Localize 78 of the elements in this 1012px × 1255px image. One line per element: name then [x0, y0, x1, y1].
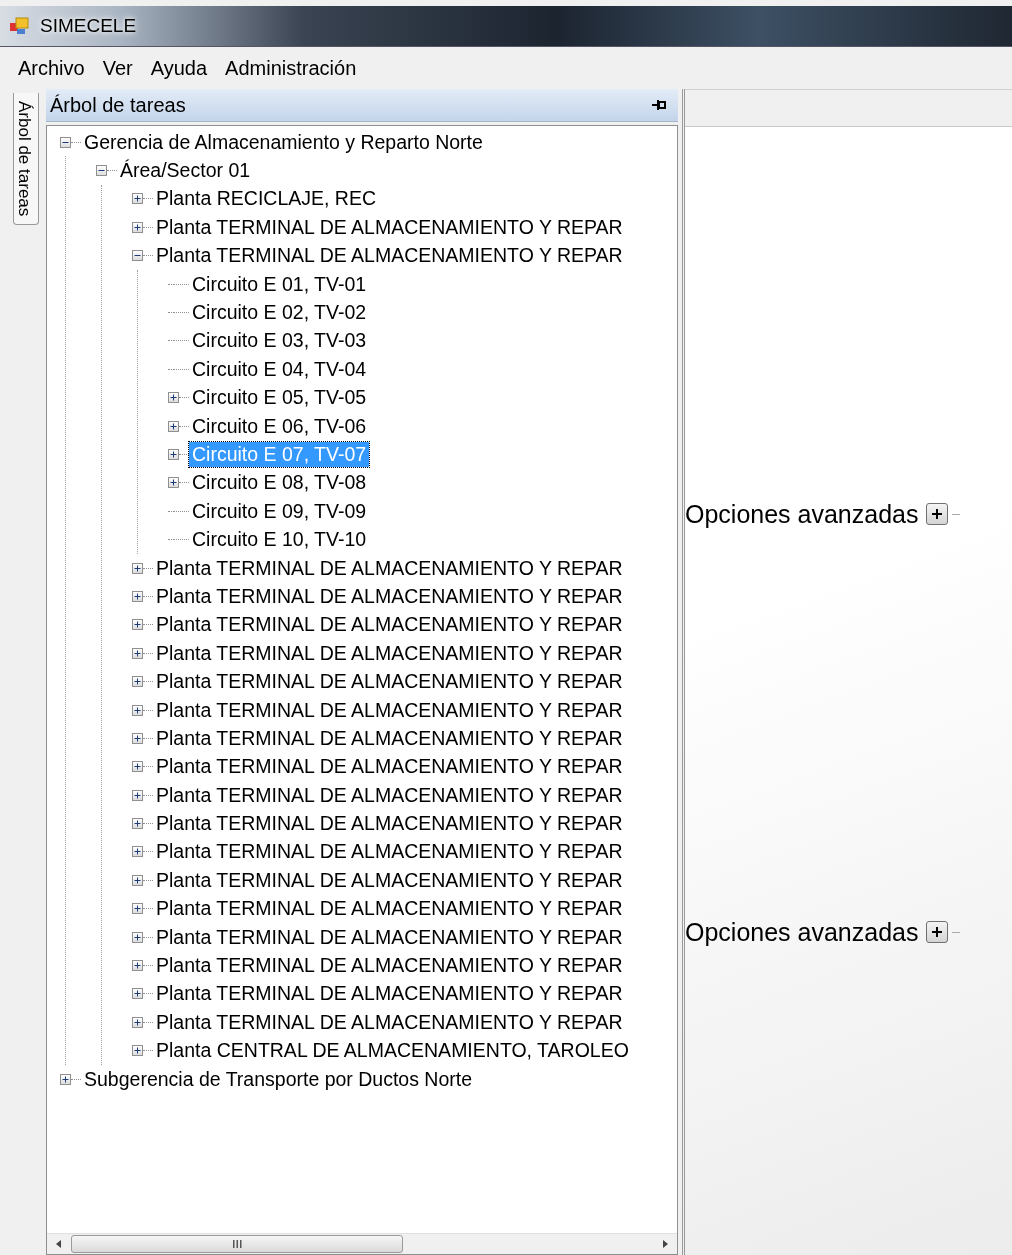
- expand-icon[interactable]: [132, 221, 143, 233]
- expand-icon[interactable]: [132, 562, 143, 574]
- tree-item[interactable]: Planta TERMINAL DE ALMACENAMIENTO Y REPAR: [153, 669, 626, 695]
- expand-button[interactable]: [926, 503, 949, 525]
- tree-item[interactable]: Circuito E 03, TV-03: [189, 328, 370, 354]
- expand-icon[interactable]: [132, 789, 143, 801]
- expand-icon[interactable]: [132, 676, 143, 688]
- expand-icon[interactable]: [168, 449, 179, 460]
- tree-item[interactable]: Planta TERMINAL DE ALMACENAMIENTO Y REPAR: [153, 981, 626, 1007]
- expand-icon[interactable]: [132, 590, 143, 602]
- expand-icon[interactable]: [132, 874, 143, 886]
- tree-item[interactable]: Circuito E 10, TV-10: [189, 527, 370, 553]
- expand-icon[interactable]: [132, 647, 143, 659]
- app-icon: [10, 17, 30, 35]
- tree-item[interactable]: Circuito E 06, TV-06: [189, 413, 370, 439]
- plus-icon: [931, 926, 944, 938]
- menu-item[interactable]: Ayuda: [142, 54, 216, 82]
- side-tab[interactable]: Árbol de tareas: [13, 93, 39, 226]
- tree-item[interactable]: Planta TERMINAL DE ALMACENAMIENTO Y REPAR: [153, 697, 626, 723]
- expand-icon[interactable]: [132, 704, 143, 716]
- tree-item[interactable]: Planta TERMINAL DE ALMACENAMIENTO Y REPAR: [153, 754, 626, 780]
- expand-icon[interactable]: [132, 903, 143, 915]
- expand-icon[interactable]: [132, 931, 143, 943]
- tree-item[interactable]: Planta TERMINAL DE ALMACENAMIENTO Y REPAR: [153, 839, 626, 865]
- tree-item[interactable]: Planta TERMINAL DE ALMACENAMIENTO Y REPAR: [153, 555, 626, 581]
- expand-button[interactable]: [926, 921, 949, 943]
- expand-icon[interactable]: [132, 761, 143, 773]
- tree-item[interactable]: Planta TERMINAL DE ALMACENAMIENTO Y REPAR: [153, 214, 626, 240]
- pin-icon[interactable]: [652, 99, 666, 111]
- tree-item[interactable]: Planta TERMINAL DE ALMACENAMIENTO Y REPAR: [153, 243, 626, 269]
- tree-item[interactable]: Planta RECICLAJE, REC: [153, 186, 379, 212]
- collapse-icon[interactable]: [132, 250, 143, 262]
- expand-icon[interactable]: [168, 477, 179, 489]
- tree-item[interactable]: Planta TERMINAL DE ALMACENAMIENTO Y REPAR: [153, 725, 626, 751]
- tree-item[interactable]: Planta TERMINAL DE ALMACENAMIENTO Y REPAR: [153, 896, 626, 922]
- tree-item[interactable]: Circuito E 02, TV-02: [189, 300, 370, 326]
- plus-icon: [931, 508, 944, 520]
- tree-item[interactable]: Planta TERMINAL DE ALMACENAMIENTO Y REPAR: [153, 953, 626, 978]
- menu-item[interactable]: Archivo: [10, 54, 93, 82]
- collapse-icon[interactable]: [96, 165, 107, 177]
- tree-item[interactable]: Circuito E 09, TV-09: [189, 498, 370, 524]
- tree-item[interactable]: Planta TERMINAL DE ALMACENAMIENTO Y REPAR: [153, 867, 626, 893]
- collapse-icon[interactable]: [60, 136, 71, 148]
- expand-icon[interactable]: [132, 818, 143, 830]
- panel-title: Árbol de tareas: [50, 93, 186, 117]
- tree-item[interactable]: Área/Sector 01: [117, 158, 254, 184]
- tree-item[interactable]: Planta TERMINAL DE ALMACENAMIENTO Y REPAR: [153, 782, 626, 808]
- horizontal-scrollbar[interactable]: [47, 1233, 677, 1254]
- tree-item[interactable]: Circuito E 04, TV-04: [189, 356, 370, 382]
- tree-item[interactable]: Planta CENTRAL DE ALMACENAMIENTO, TAROLEO: [153, 1038, 632, 1064]
- tree-item[interactable]: Circuito E 08, TV-08: [189, 470, 370, 496]
- window-title: SIMECELE: [40, 15, 137, 37]
- expand-icon[interactable]: [132, 732, 143, 744]
- tree-item[interactable]: Circuito E 05, TV-05: [189, 385, 370, 411]
- tree-item[interactable]: Subgerencia de Transporte por Ductos Norte: [81, 1066, 476, 1092]
- expand-icon[interactable]: [168, 420, 179, 432]
- menu-item[interactable]: Administración: [217, 54, 365, 82]
- menu-item[interactable]: Ver: [94, 54, 141, 82]
- tree-item[interactable]: Circuito E 01, TV-01: [189, 271, 370, 297]
- tree-item[interactable]: Planta TERMINAL DE ALMACENAMIENTO Y REPAR: [153, 583, 626, 609]
- tree-item[interactable]: Planta TERMINAL DE ALMACENAMIENTO Y REPAR: [153, 924, 626, 950]
- expand-icon[interactable]: [132, 960, 143, 971]
- tree-item[interactable]: Planta TERMINAL DE ALMACENAMIENTO Y REPAR: [153, 811, 626, 837]
- expand-icon[interactable]: [168, 392, 179, 404]
- expand-icon[interactable]: [132, 193, 143, 205]
- expand-icon[interactable]: [132, 1045, 143, 1057]
- advanced-options-label: Opciones avanzadas: [685, 499, 919, 529]
- expand-icon[interactable]: [60, 1073, 71, 1085]
- tree-item[interactable]: Planta TERMINAL DE ALMACENAMIENTO Y REPAR: [153, 640, 626, 666]
- tree-item[interactable]: Planta TERMINAL DE ALMACENAMIENTO Y REPAR: [153, 1009, 626, 1035]
- grip-icon: [232, 1240, 242, 1248]
- expand-icon[interactable]: [132, 619, 143, 631]
- advanced-options-label: Opciones avanzadas: [685, 917, 919, 947]
- expand-icon[interactable]: [132, 1016, 143, 1028]
- tree-item[interactable]: Gerencia de Almacenamiento y Reparto Norte: [81, 129, 486, 155]
- expand-icon[interactable]: [132, 846, 143, 858]
- tree-item[interactable]: Planta TERMINAL DE ALMACENAMIENTO Y REPAR: [153, 612, 626, 638]
- expand-icon[interactable]: [132, 988, 143, 1000]
